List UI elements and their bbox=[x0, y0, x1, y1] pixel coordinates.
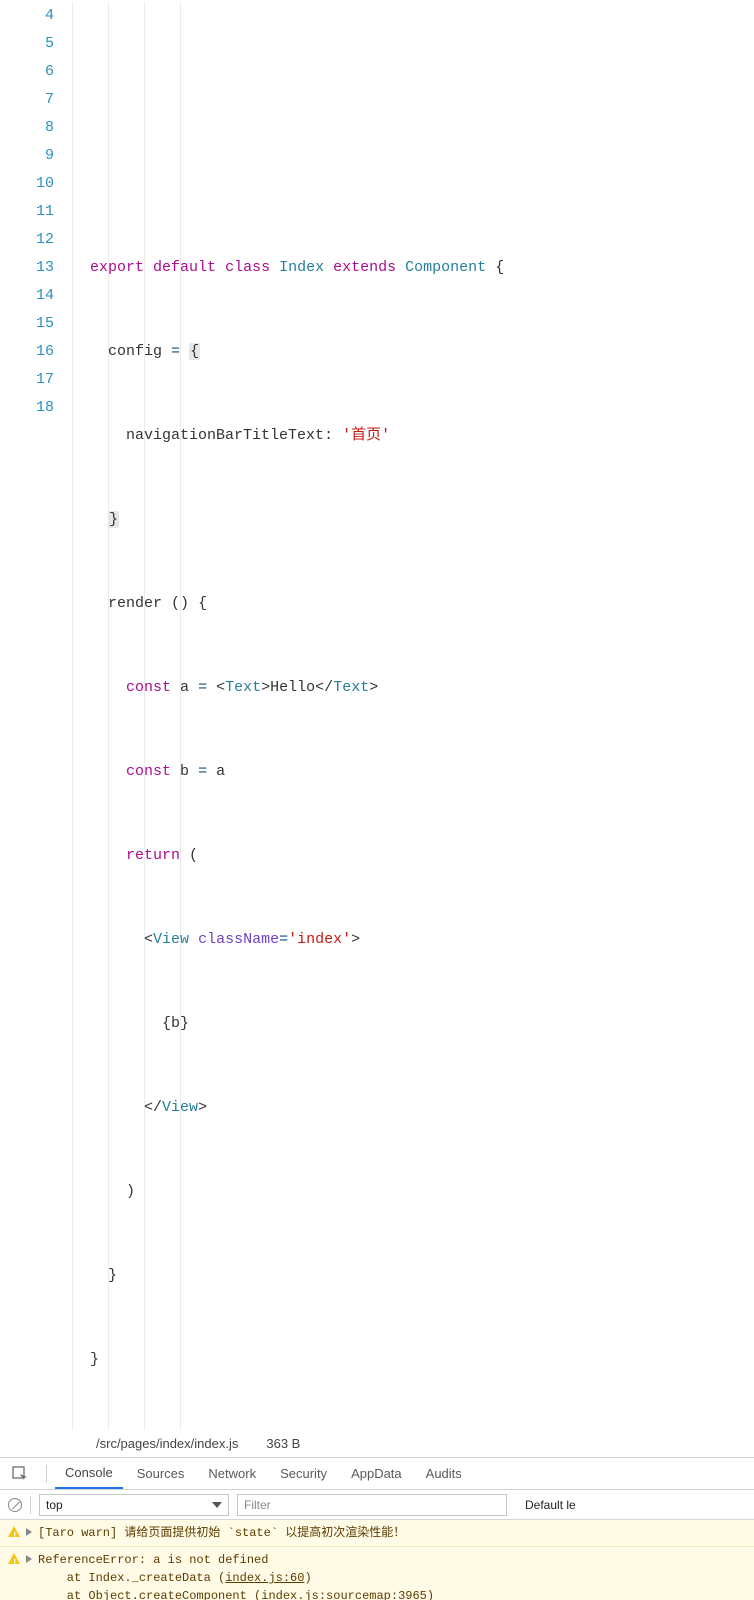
line-number: 10 bbox=[0, 170, 54, 198]
line-number: 14 bbox=[0, 282, 54, 310]
line-number: 4 bbox=[0, 2, 54, 30]
line-number: 5 bbox=[0, 30, 54, 58]
console-toolbar: top Filter Default le bbox=[0, 1490, 754, 1520]
tab-console[interactable]: Console bbox=[55, 1458, 123, 1489]
line-number: 8 bbox=[0, 114, 54, 142]
code-editor: 4 5 6 7 8 9 10 11 12 13 14 15 16 17 18 e… bbox=[0, 0, 754, 1430]
filter-input[interactable]: Filter bbox=[237, 1494, 507, 1516]
console-warning[interactable]: [Taro warn] 请给页面提供初始 `state` 以提高初次渲染性能！ bbox=[0, 1520, 754, 1547]
line-number: 18 bbox=[0, 394, 54, 422]
tab-appdata[interactable]: AppData bbox=[341, 1459, 412, 1488]
tab-audits[interactable]: Audits bbox=[416, 1459, 472, 1488]
editor-status-bar: /src/pages/index/index.js 363 B bbox=[0, 1430, 754, 1458]
tab-network[interactable]: Network bbox=[198, 1459, 266, 1488]
line-number: 11 bbox=[0, 198, 54, 226]
tab-security[interactable]: Security bbox=[270, 1459, 337, 1488]
inspect-element-icon[interactable] bbox=[12, 1466, 28, 1482]
disclosure-triangle-icon[interactable] bbox=[26, 1555, 32, 1563]
file-path: /src/pages/index/index.js bbox=[96, 1436, 238, 1451]
chevron-down-icon bbox=[212, 1502, 222, 1508]
line-gutter: 4 5 6 7 8 9 10 11 12 13 14 15 16 17 18 bbox=[0, 2, 72, 1430]
filter-placeholder: Filter bbox=[244, 1498, 271, 1512]
line-number: 17 bbox=[0, 366, 54, 394]
tab-sources[interactable]: Sources bbox=[127, 1459, 195, 1488]
clear-console-icon[interactable] bbox=[8, 1498, 22, 1512]
line-number: 9 bbox=[0, 142, 54, 170]
message-text: ReferenceError: a is not defined at Inde… bbox=[38, 1551, 748, 1600]
context-select[interactable]: top bbox=[39, 1494, 229, 1516]
console-warning[interactable]: ReferenceError: a is not defined at Inde… bbox=[0, 1547, 754, 1600]
code-area[interactable]: export default class Index extends Compo… bbox=[72, 2, 754, 1430]
warning-icon bbox=[8, 1553, 20, 1564]
message-text: [Taro warn] 请给页面提供初始 `state` 以提高初次渲染性能！ bbox=[38, 1524, 748, 1542]
context-value: top bbox=[46, 1498, 63, 1512]
line-number: 6 bbox=[0, 58, 54, 86]
log-levels[interactable]: Default le bbox=[525, 1498, 576, 1512]
file-size: 363 B bbox=[266, 1436, 300, 1451]
devtools-tabbar: Console Sources Network Security AppData… bbox=[0, 1458, 754, 1490]
line-number: 13 bbox=[0, 254, 54, 282]
line-number: 15 bbox=[0, 310, 54, 338]
console-output: [Taro warn] 请给页面提供初始 `state` 以提高初次渲染性能！ … bbox=[0, 1520, 754, 1600]
disclosure-triangle-icon[interactable] bbox=[26, 1528, 32, 1536]
warning-icon bbox=[8, 1526, 20, 1537]
line-number: 12 bbox=[0, 226, 54, 254]
line-number: 16 bbox=[0, 338, 54, 366]
line-number: 7 bbox=[0, 86, 54, 114]
